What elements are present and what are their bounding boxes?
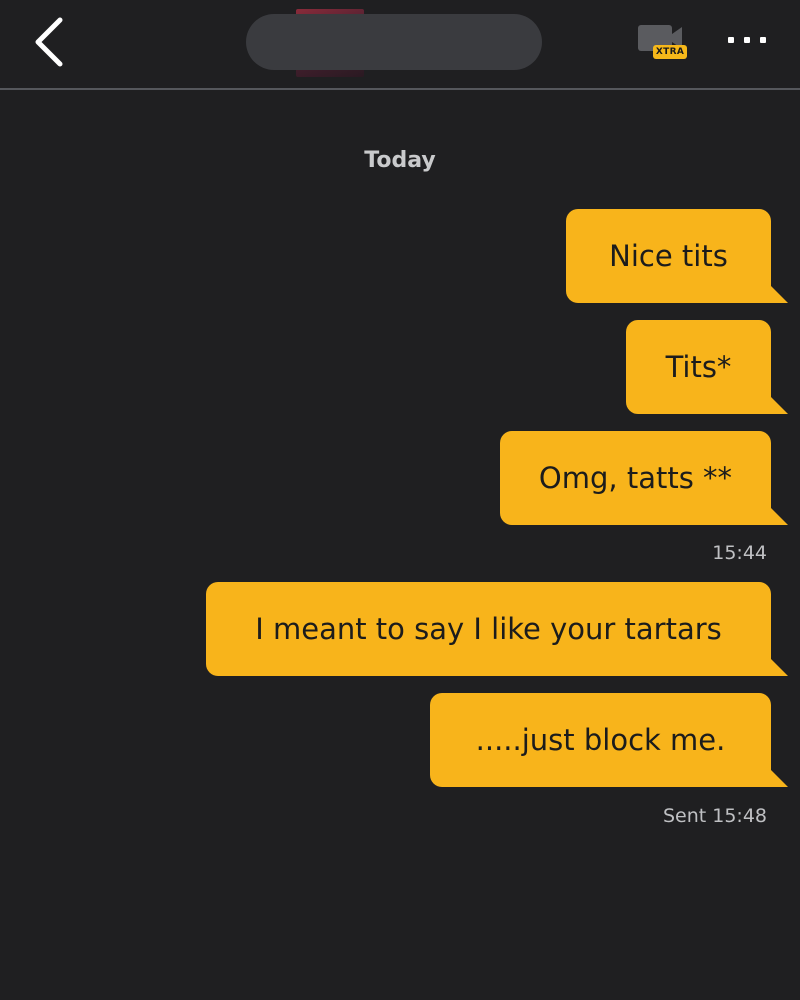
more-dot xyxy=(760,37,766,43)
bubble-tail xyxy=(770,658,788,676)
message-bubble[interactable]: .....just block me. xyxy=(430,693,788,787)
message-text: Omg, tatts ** xyxy=(538,460,733,495)
message-bubble[interactable]: Tits* xyxy=(626,320,788,414)
more-dot xyxy=(744,37,750,43)
bubble-tail xyxy=(770,507,788,525)
sent-status-timestamp: Sent 15:48 xyxy=(662,805,767,827)
message-text: .....just block me. xyxy=(475,722,726,757)
profile-name-redacted[interactable] xyxy=(246,14,542,70)
xtra-badge: XTRA xyxy=(653,45,687,59)
chat-header: XTRA xyxy=(0,0,800,90)
message-text: I meant to say I like your tartars xyxy=(255,611,722,646)
bubble-tail xyxy=(770,769,788,787)
bubble-tail xyxy=(770,396,788,414)
message-bubble[interactable]: I meant to say I like your tartars xyxy=(206,582,788,676)
date-separator: Today xyxy=(364,148,436,173)
message-bubble[interactable]: Nice tits xyxy=(566,209,788,303)
message-text: Tits* xyxy=(665,349,732,384)
more-dots-icon xyxy=(728,37,734,43)
chevron-left-icon xyxy=(35,17,63,67)
chat-screen: XTRA Today Nice tits Tits* Omg, tatts **… xyxy=(0,0,800,1000)
back-button[interactable] xyxy=(26,14,76,70)
more-options-button[interactable] xyxy=(724,24,772,54)
message-text: Nice tits xyxy=(609,238,728,273)
message-timestamp: 15:44 xyxy=(712,542,767,564)
message-bubble[interactable]: Omg, tatts ** xyxy=(500,431,788,525)
bubble-tail xyxy=(770,285,788,303)
